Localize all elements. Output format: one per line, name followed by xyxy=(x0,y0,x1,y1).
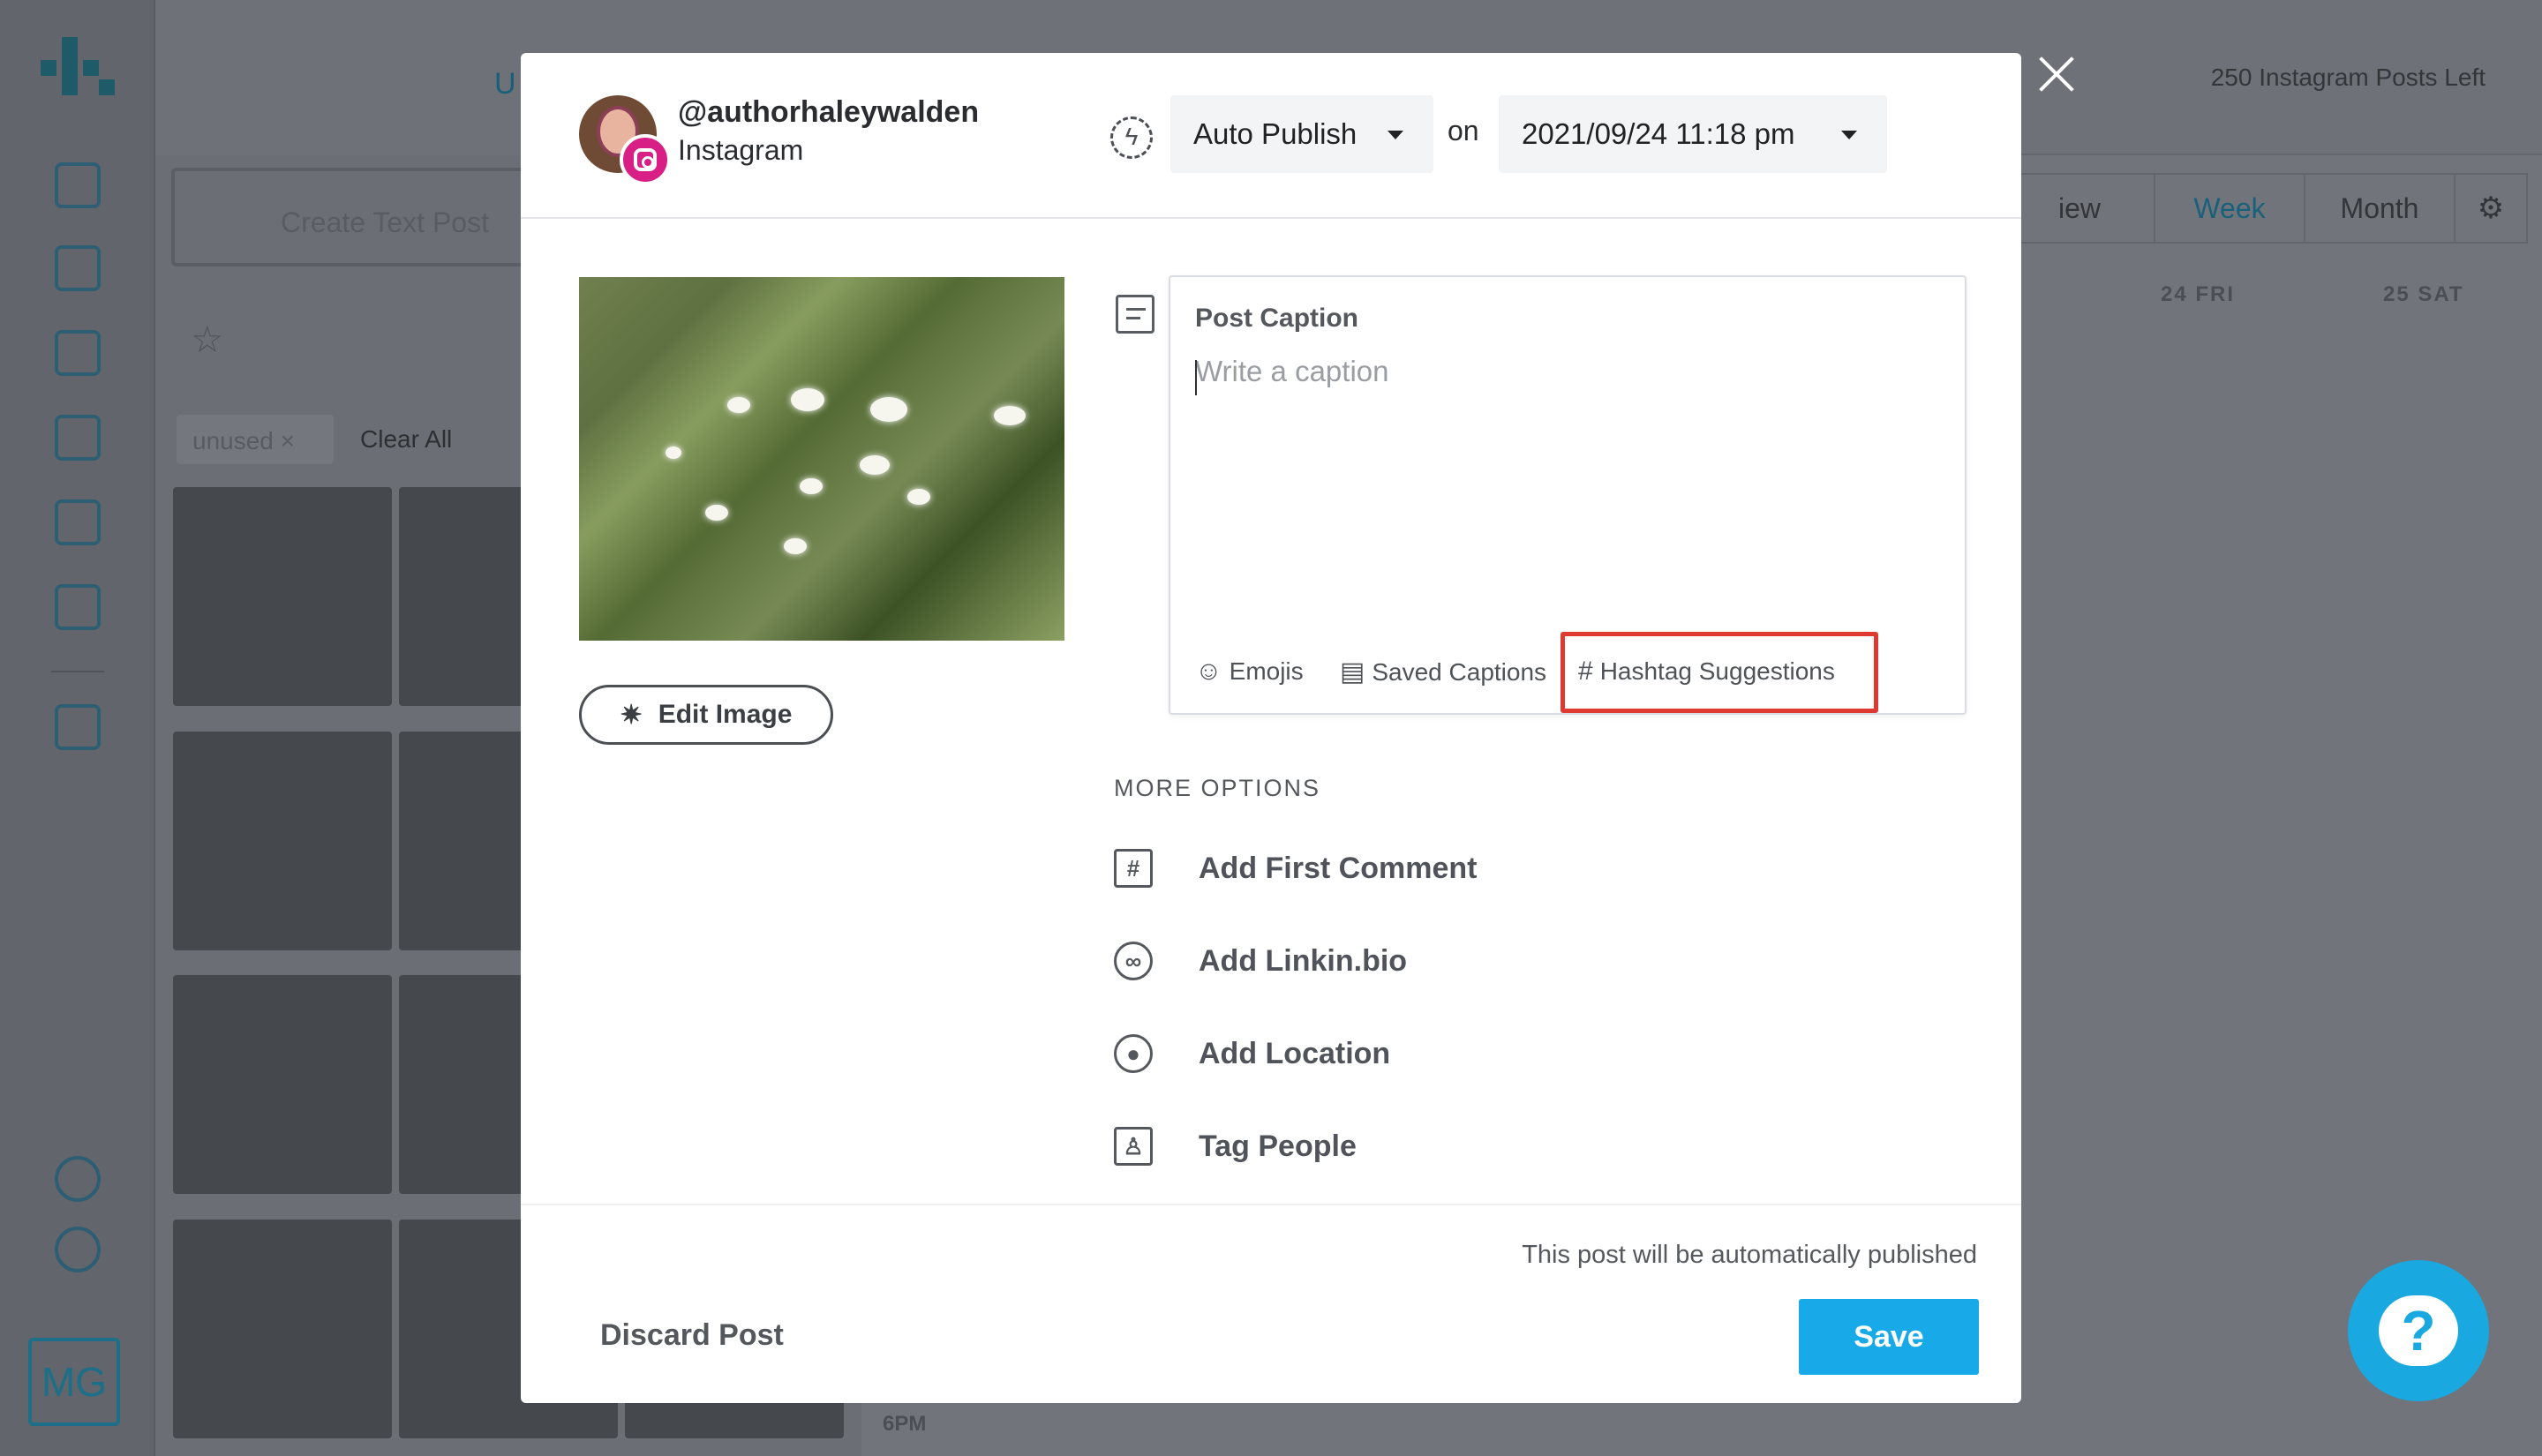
unused-filter-chip[interactable]: unused × xyxy=(177,415,334,464)
flower-detail xyxy=(800,478,823,494)
caption-input[interactable] xyxy=(1195,355,1945,514)
footer-divider xyxy=(521,1204,2021,1205)
chevron-down-icon xyxy=(1388,131,1403,139)
add-linkin-bio-option[interactable]: ∞ Add Linkin.bio xyxy=(1114,936,1407,986)
tag-people-option[interactable]: ♙ Tag People xyxy=(1114,1122,1357,1171)
day-label-friday: 24 FRI xyxy=(2161,282,2236,306)
link-icon: ∞ xyxy=(1114,942,1153,980)
conversations-icon[interactable] xyxy=(55,330,101,376)
unused-filter-label: unused xyxy=(192,427,274,454)
schedule-time-select[interactable]: 2021/09/24 11:18 pm xyxy=(1499,95,1887,173)
person-tag-icon: ♙ xyxy=(1114,1127,1153,1166)
caption-icon xyxy=(1116,295,1154,334)
post-editor-header: @authorhaleywalden Instagram ϟ Auto Publ… xyxy=(521,53,2021,219)
add-location-label: Add Location xyxy=(1199,1036,1391,1070)
post-image-preview xyxy=(579,277,1064,641)
account-network: Instagram xyxy=(678,134,804,166)
publish-mode-select[interactable]: Auto Publish xyxy=(1170,95,1433,173)
calendar-view-tabs: iew Week Month ⚙ xyxy=(2004,173,2528,244)
add-location-option[interactable]: ● Add Location xyxy=(1114,1029,1390,1078)
post-editor-modal: @authorhaleywalden Instagram ϟ Auto Publ… xyxy=(521,53,2021,1403)
team-icon[interactable] xyxy=(55,704,101,750)
emojis-button[interactable]: ☺ Emojis xyxy=(1195,657,1304,687)
left-sidebar: MG xyxy=(0,0,155,1456)
publish-mode-value: Auto Publish xyxy=(1193,117,1357,150)
magic-wand-icon: ✷ xyxy=(620,700,643,730)
saved-captions-button[interactable]: ▤ Saved Captions xyxy=(1340,657,1546,687)
tab-week[interactable]: Week xyxy=(2155,175,2305,242)
help-center-icon[interactable] xyxy=(55,1227,101,1272)
emoji-icon: ☺ xyxy=(1195,657,1222,686)
account-avatar[interactable]: MG xyxy=(28,1338,120,1426)
add-first-comment-label: Add First Comment xyxy=(1199,851,1478,885)
time-label-6pm: 6PM xyxy=(883,1412,927,1436)
discover-icon[interactable] xyxy=(55,584,101,630)
analytics-icon[interactable] xyxy=(55,415,101,461)
comment-hashtag-icon: # xyxy=(1114,849,1153,888)
publish-notice: This post will be automatically publishe… xyxy=(1522,1241,1977,1269)
edit-image-label: Edit Image xyxy=(658,700,793,729)
flower-detail xyxy=(870,397,907,422)
hashtag-suggestions-highlight xyxy=(1561,632,1878,713)
media-thumbnail[interactable] xyxy=(173,731,392,950)
more-options-label: MORE OPTIONS xyxy=(1114,775,1321,801)
calendar-settings-icon[interactable]: ⚙ xyxy=(2456,175,2526,242)
flower-detail xyxy=(666,447,681,459)
flower-detail xyxy=(705,505,728,521)
schedule-time-value: 2021/09/24 11:18 pm xyxy=(1522,117,1795,150)
add-first-comment-option[interactable]: # Add First Comment xyxy=(1114,844,1477,893)
flower-detail xyxy=(727,397,750,413)
saved-captions-icon: ▤ xyxy=(1340,657,1365,687)
media-thumbnail[interactable] xyxy=(173,487,392,706)
tag-people-label: Tag People xyxy=(1199,1129,1357,1163)
emojis-label: Emojis xyxy=(1229,657,1304,685)
media-thumbnail[interactable] xyxy=(173,1219,392,1438)
media-library-icon[interactable] xyxy=(55,245,101,291)
settings-icon[interactable] xyxy=(55,1156,101,1202)
posts-left-counter: 250 Instagram Posts Left xyxy=(2210,64,2486,91)
auto-publish-icon: ϟ xyxy=(1110,116,1153,159)
instagram-glyph xyxy=(634,148,657,171)
chevron-down-icon xyxy=(1841,131,1857,139)
sidebar-divider xyxy=(51,671,104,672)
schedule-on-label: on xyxy=(1448,115,1479,146)
caption-label: Post Caption xyxy=(1195,304,1358,333)
edit-image-button[interactable]: ✷ Edit Image xyxy=(579,685,833,745)
clear-all-link[interactable]: Clear All xyxy=(360,425,452,454)
tab-month[interactable]: Month xyxy=(2305,175,2456,242)
close-icon[interactable] xyxy=(2035,53,2078,95)
calendar-icon[interactable] xyxy=(55,162,101,208)
save-button[interactable]: Save xyxy=(1799,1299,1979,1375)
tab-list-view[interactable]: iew xyxy=(2005,175,2155,242)
flower-detail xyxy=(784,538,807,554)
download-icon[interactable] xyxy=(55,499,101,545)
instagram-icon xyxy=(620,134,671,185)
help-button[interactable]: ? xyxy=(2348,1260,2489,1401)
add-linkin-bio-label: Add Linkin.bio xyxy=(1199,943,1408,978)
media-thumbnail[interactable] xyxy=(173,975,392,1194)
flower-detail xyxy=(994,406,1026,425)
flower-detail xyxy=(907,489,930,505)
discard-post-button[interactable]: Discard Post xyxy=(600,1318,784,1353)
day-label-saturday: 25 SAT xyxy=(2383,282,2464,306)
flower-detail xyxy=(860,455,890,475)
text-caret xyxy=(1195,360,1197,395)
help-icon: ? xyxy=(2379,1295,2458,1366)
account-handle: @authorhaleywalden xyxy=(678,95,980,129)
partial-upload-label: U xyxy=(494,67,516,101)
saved-captions-label: Saved Captions xyxy=(1372,657,1547,686)
create-text-post-button[interactable]: Create Text Post xyxy=(171,168,542,266)
flower-detail xyxy=(791,388,824,411)
favorite-star-icon[interactable]: ☆ xyxy=(191,318,224,361)
app-logo xyxy=(41,37,115,95)
location-pin-icon: ● xyxy=(1114,1034,1153,1073)
